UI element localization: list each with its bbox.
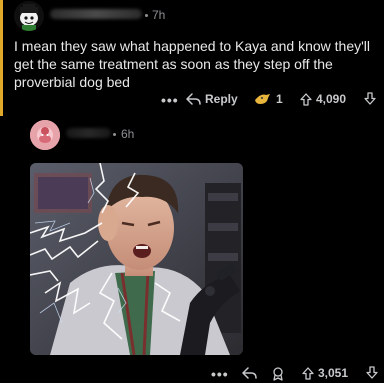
snoo-avatar-icon [30, 120, 60, 150]
username-redacted[interactable] [66, 128, 111, 138]
snoo-avatar-icon [14, 1, 44, 31]
award-button[interactable]: 1 [254, 92, 283, 106]
comment-body: I mean they saw what happened to Kaya an… [14, 38, 371, 90]
upvote-button[interactable]: 4,090 [300, 92, 346, 106]
reply-button[interactable]: Reply [186, 92, 238, 106]
thread-line[interactable] [0, 0, 3, 116]
timestamp: 6h [121, 127, 135, 141]
timestamp: 7h [152, 8, 166, 22]
downvote-button[interactable] [364, 92, 376, 105]
reply-arrow-icon [242, 367, 257, 379]
reply-label: Reply [205, 92, 238, 106]
avatar[interactable] [14, 1, 44, 31]
award-count: 1 [276, 92, 283, 106]
username-redacted[interactable] [50, 9, 142, 19]
upvote-icon [302, 366, 314, 380]
award-button[interactable] [271, 367, 285, 381]
reply-arrow-icon [186, 92, 201, 105]
downvote-icon [364, 92, 376, 105]
comment-actions: ••• 3,051 [205, 366, 383, 382]
upvote-icon [300, 92, 312, 106]
vote-count: 3,051 [318, 366, 349, 380]
downvote-icon [366, 366, 378, 379]
avatar[interactable] [30, 120, 60, 150]
comment-image[interactable] [30, 163, 243, 355]
comment-2: 6h ••• 3,051 [0, 116, 384, 383]
comment-thread: 7h I mean they saw what happened to Kaya… [0, 0, 384, 383]
vote-count: 4,090 [316, 92, 347, 106]
electrocuted-man-image [30, 163, 243, 355]
upvote-button[interactable]: 3,051 [302, 366, 348, 380]
award-icon [255, 94, 270, 104]
separator-dot [113, 133, 116, 136]
separator-dot [145, 14, 148, 17]
reply-button[interactable] [242, 367, 257, 380]
comment-actions: ••• Reply 1 4,090 [158, 92, 378, 108]
downvote-button[interactable] [366, 366, 378, 379]
comment-1: 7h I mean they saw what happened to Kaya… [0, 0, 384, 116]
award-icon [273, 367, 283, 381]
more-options-button[interactable]: ••• [161, 92, 179, 108]
more-options-button[interactable]: ••• [211, 366, 229, 382]
